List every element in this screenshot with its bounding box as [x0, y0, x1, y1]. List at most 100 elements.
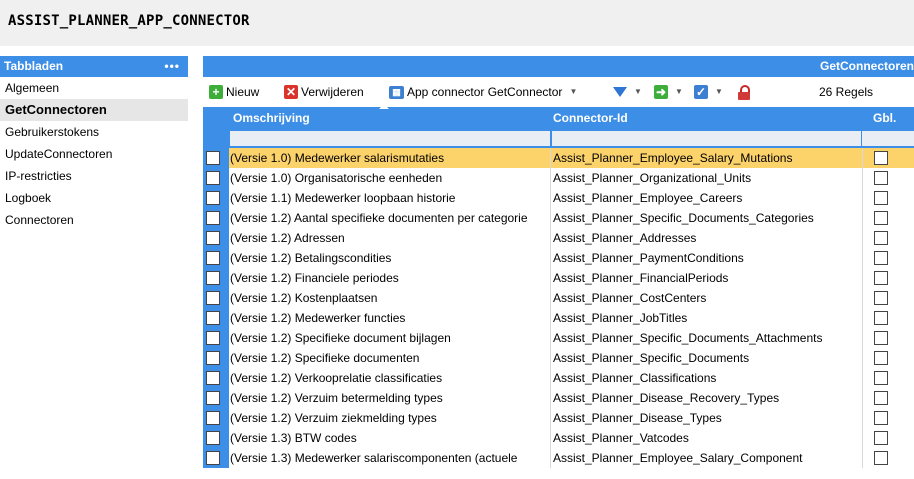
global-checkbox[interactable] [874, 271, 888, 285]
column-header-description[interactable]: Omschrijving [233, 111, 310, 125]
global-checkbox[interactable] [874, 291, 888, 305]
row-selector [203, 288, 229, 308]
cell-description: (Versie 1.2) Specifieke documenten [230, 348, 551, 368]
sidebar-item-updateconnectoren[interactable]: UpdateConnectoren [0, 143, 188, 165]
sidebar-item-ip-restricties[interactable]: IP-restricties [0, 165, 188, 187]
table-row[interactable]: (Versie 1.2) Aantal specifieke documente… [203, 208, 914, 228]
table-icon: ▦ [389, 85, 404, 99]
filter-dropdown[interactable]: ▼ [613, 83, 642, 101]
row-select-checkbox[interactable] [206, 391, 220, 405]
row-select-checkbox[interactable] [206, 231, 220, 245]
filter-cell-description[interactable] [230, 131, 550, 146]
row-select-checkbox[interactable] [206, 411, 220, 425]
check-dropdown[interactable]: ✓ ▼ [694, 83, 723, 101]
cell-description: (Versie 1.0) Medewerker salarismutaties [230, 148, 551, 168]
row-selector [203, 388, 229, 408]
sidebar-item-gebruikerstokens[interactable]: Gebruikerstokens [0, 121, 188, 143]
more-options-icon[interactable]: ••• [164, 56, 180, 77]
table-row[interactable]: (Versie 1.0) Organisatorische eenheden As… [203, 168, 914, 188]
lock-button[interactable] [737, 83, 751, 101]
global-checkbox[interactable] [874, 411, 888, 425]
table-row[interactable]: (Versie 1.2) Verzuim ziekmelding types As… [203, 408, 914, 428]
table-row[interactable]: (Versie 1.2) Betalingscondities Assist_Pl… [203, 248, 914, 268]
cell-connector-id: Assist_Planner_Classifications [552, 368, 863, 388]
new-button[interactable]: + Nieuw [209, 83, 259, 101]
sidebar-item-connectoren[interactable]: Connectoren [0, 209, 188, 231]
table-row[interactable]: (Versie 1.2) Verkooprelatie classificati… [203, 368, 914, 388]
table-row[interactable]: (Versie 1.2) Financiele periodes Assist_P… [203, 268, 914, 288]
row-select-checkbox[interactable] [206, 351, 220, 365]
table-row[interactable]: (Versie 1.3) Medewerker salariscomponent… [203, 448, 914, 468]
table-row[interactable]: (Versie 1.3) BTW codes Assist_Planner_Vat… [203, 428, 914, 448]
row-select-checkbox[interactable] [206, 291, 220, 305]
global-checkbox[interactable] [874, 151, 888, 165]
sidebar-item-logboek[interactable]: Logboek [0, 187, 188, 209]
row-select-checkbox[interactable] [206, 331, 220, 345]
global-checkbox[interactable] [874, 171, 888, 185]
global-checkbox[interactable] [874, 331, 888, 345]
row-select-checkbox[interactable] [206, 171, 220, 185]
table-row[interactable]: (Versie 1.2) Adressen Assist_Planner_Addr… [203, 228, 914, 248]
global-checkbox[interactable] [874, 371, 888, 385]
table-row[interactable]: (Versie 1.2) Specifieke document bijlage… [203, 328, 914, 348]
checkbox-icon: ✓ [694, 85, 708, 99]
app-connector-label: App connector GetConnector [407, 85, 563, 99]
cell-connector-id: Assist_Planner_Employee_Salary_Component [552, 448, 863, 468]
row-select-checkbox[interactable] [206, 251, 220, 265]
global-checkbox[interactable] [874, 191, 888, 205]
filter-icon [613, 87, 627, 97]
row-selector [203, 348, 229, 368]
column-header-global[interactable]: Gbl. [873, 111, 896, 125]
app-connector-dropdown[interactable]: ▦ App connector GetConnector ▼ [389, 83, 577, 101]
sidebar: Tabbladen ••• Algemeen GetConnectoren Gebr… [0, 56, 188, 479]
row-select-checkbox[interactable] [206, 271, 220, 285]
cell-connector-id: Assist_Planner_CostCenters [552, 288, 863, 308]
table-row[interactable]: (Versie 1.2) Medewerker functies Assist_P… [203, 308, 914, 328]
table-row[interactable]: (Versie 1.0) Medewerker salarismutaties A… [203, 148, 914, 168]
table-row[interactable]: (Versie 1.2) Kostenplaatsen Assist_Planne… [203, 288, 914, 308]
grid-rows: (Versie 1.0) Medewerker salarismutaties A… [203, 148, 914, 468]
window-title: ASSIST_PLANNER_APP_CONNECTOR [8, 13, 250, 29]
global-checkbox[interactable] [874, 431, 888, 445]
cell-description: (Versie 1.2) Specifieke document bijlage… [230, 328, 551, 348]
delete-icon: ✕ [284, 85, 298, 99]
row-selector [203, 428, 229, 448]
column-header-connector-id[interactable]: Connector-Id [553, 111, 628, 125]
cell-description: (Versie 1.2) Financiele periodes [230, 268, 551, 288]
cell-global [862, 388, 914, 408]
sidebar-item-getconnectoren[interactable]: GetConnectoren [0, 99, 188, 121]
global-checkbox[interactable] [874, 251, 888, 265]
row-selector [203, 248, 229, 268]
table-row[interactable]: (Versie 1.1) Medewerker loopbaan histori… [203, 188, 914, 208]
export-dropdown[interactable]: ➜ ▼ [654, 83, 683, 101]
global-checkbox[interactable] [874, 211, 888, 225]
row-select-checkbox[interactable] [206, 211, 220, 225]
table-row[interactable]: (Versie 1.2) Verzuim betermelding types A… [203, 388, 914, 408]
chevron-down-icon: ▼ [675, 87, 683, 96]
cell-description: (Versie 1.3) BTW codes [230, 428, 551, 448]
row-selector [203, 208, 229, 228]
global-checkbox[interactable] [874, 351, 888, 365]
global-checkbox[interactable] [874, 391, 888, 405]
sidebar-item-algemeen[interactable]: Algemeen [0, 77, 188, 99]
cell-global [862, 368, 914, 388]
filter-cell-global[interactable] [862, 131, 914, 146]
row-select-checkbox[interactable] [206, 151, 220, 165]
global-checkbox[interactable] [874, 451, 888, 465]
table-row[interactable]: (Versie 1.2) Specifieke documenten Assist… [203, 348, 914, 368]
row-select-checkbox[interactable] [206, 451, 220, 465]
global-checkbox[interactable] [874, 311, 888, 325]
cell-global [862, 148, 914, 168]
sidebar-items: Algemeen GetConnectoren Gebruikerstokens Up… [0, 77, 188, 231]
cell-connector-id: Assist_Planner_PaymentConditions [552, 248, 863, 268]
filter-cell-connector-id[interactable] [552, 131, 861, 146]
cell-description: (Versie 1.2) Betalingscondities [230, 248, 551, 268]
row-select-checkbox[interactable] [206, 371, 220, 385]
row-select-checkbox[interactable] [206, 191, 220, 205]
delete-button[interactable]: ✕ Verwijderen [284, 83, 364, 101]
global-checkbox[interactable] [874, 231, 888, 245]
cell-connector-id: Assist_Planner_JobTitles [552, 308, 863, 328]
row-select-checkbox[interactable] [206, 431, 220, 445]
cell-description: (Versie 1.3) Medewerker salariscomponent… [230, 448, 551, 468]
row-select-checkbox[interactable] [206, 311, 220, 325]
